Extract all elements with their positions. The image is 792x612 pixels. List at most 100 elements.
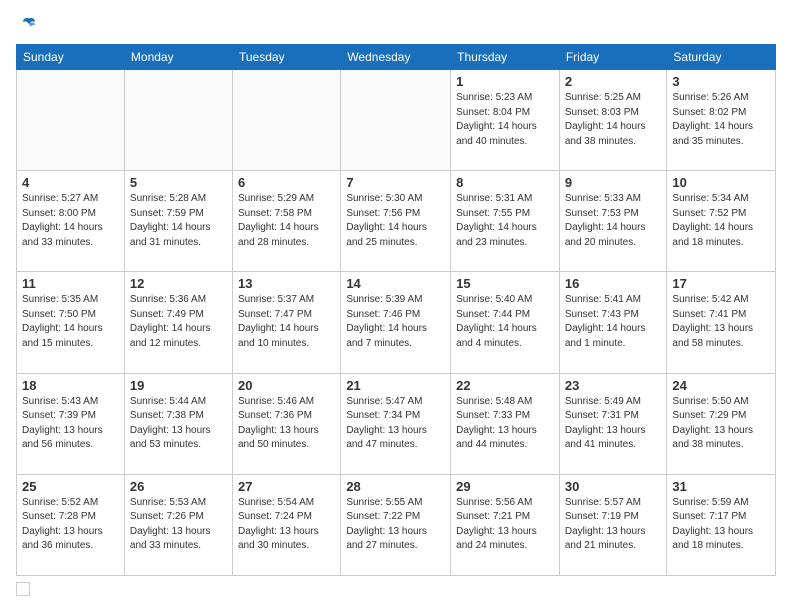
day-number: 31 bbox=[672, 479, 770, 494]
calendar-header-thursday: Thursday bbox=[451, 45, 560, 70]
day-info: Sunrise: 5:49 AM Sunset: 7:31 PM Dayligh… bbox=[565, 395, 662, 453]
day-number: 17 bbox=[672, 276, 770, 291]
calendar-cell: 3 Sunrise: 5:26 AM Sunset: 8:02 PM Daylig… bbox=[667, 70, 776, 171]
calendar-table: SundayMondayTuesdayWednesdayThursdayFrid… bbox=[16, 44, 776, 576]
calendar-cell: 5 Sunrise: 5:28 AM Sunset: 7:59 PM Daylig… bbox=[124, 171, 232, 272]
day-number: 8 bbox=[456, 175, 554, 190]
day-number: 15 bbox=[456, 276, 554, 291]
day-info: Sunrise: 5:28 AM Sunset: 7:59 PM Dayligh… bbox=[130, 192, 227, 250]
calendar-header-friday: Friday bbox=[559, 45, 667, 70]
day-number: 23 bbox=[565, 378, 662, 393]
day-info: Sunrise: 5:43 AM Sunset: 7:39 PM Dayligh… bbox=[22, 395, 119, 453]
calendar-cell: 18Sunrise: 5:43 AM Sunset: 7:39 PM Dayli… bbox=[17, 373, 125, 474]
calendar-cell: 29Sunrise: 5:56 AM Sunset: 7:21 PM Dayli… bbox=[451, 474, 560, 575]
footer bbox=[16, 582, 776, 596]
day-info: Sunrise: 5:33 AM Sunset: 7:53 PM Dayligh… bbox=[565, 192, 662, 250]
day-number: 3 bbox=[672, 74, 770, 89]
day-number: 2 bbox=[565, 74, 662, 89]
calendar-cell: 21 Sunrise: 5:47 AM Sunset: 7:34 PM Dayli… bbox=[341, 373, 451, 474]
calendar-cell bbox=[17, 70, 125, 171]
calendar-cell: 15 Sunrise: 5:40 AM Sunset: 7:44 PM Dayli… bbox=[451, 272, 560, 373]
calendar-cell: 7Sunrise: 5:30 AM Sunset: 7:56 PM Daylig… bbox=[341, 171, 451, 272]
calendar-header-sunday: Sunday bbox=[17, 45, 125, 70]
calendar-cell: 22 Sunrise: 5:48 AM Sunset: 7:33 PM Dayli… bbox=[451, 373, 560, 474]
calendar-cell: 23 Sunrise: 5:49 AM Sunset: 7:31 PM Dayli… bbox=[559, 373, 667, 474]
calendar-header-saturday: Saturday bbox=[667, 45, 776, 70]
calendar-cell: 2 Sunrise: 5:25 AM Sunset: 8:03 PM Daylig… bbox=[559, 70, 667, 171]
day-info: Sunrise: 5:54 AM Sunset: 7:24 PM Dayligh… bbox=[238, 496, 335, 554]
day-number: 19 bbox=[130, 378, 227, 393]
calendar-cell bbox=[232, 70, 340, 171]
day-info: Sunrise: 5:41 AM Sunset: 7:43 PM Dayligh… bbox=[565, 293, 662, 351]
day-info: Sunrise: 5:26 AM Sunset: 8:02 PM Dayligh… bbox=[672, 91, 770, 149]
day-number: 5 bbox=[130, 175, 227, 190]
calendar-cell: 31Sunrise: 5:59 AM Sunset: 7:17 PM Dayli… bbox=[667, 474, 776, 575]
day-info: Sunrise: 5:36 AM Sunset: 7:49 PM Dayligh… bbox=[130, 293, 227, 351]
page: SundayMondayTuesdayWednesdayThursdayFrid… bbox=[0, 0, 792, 612]
day-number: 30 bbox=[565, 479, 662, 494]
day-info: Sunrise: 5:23 AM Sunset: 8:04 PM Dayligh… bbox=[456, 91, 554, 149]
calendar-cell bbox=[124, 70, 232, 171]
calendar-cell: 6 Sunrise: 5:29 AM Sunset: 7:58 PM Daylig… bbox=[232, 171, 340, 272]
calendar-cell: 17 Sunrise: 5:42 AM Sunset: 7:41 PM Dayli… bbox=[667, 272, 776, 373]
day-info: Sunrise: 5:42 AM Sunset: 7:41 PM Dayligh… bbox=[672, 293, 770, 351]
day-number: 13 bbox=[238, 276, 335, 291]
day-info: Sunrise: 5:25 AM Sunset: 8:03 PM Dayligh… bbox=[565, 91, 662, 149]
calendar-cell: 4Sunrise: 5:27 AM Sunset: 8:00 PM Daylig… bbox=[17, 171, 125, 272]
day-number: 24 bbox=[672, 378, 770, 393]
day-info: Sunrise: 5:47 AM Sunset: 7:34 PM Dayligh… bbox=[346, 395, 445, 453]
calendar-header-tuesday: Tuesday bbox=[232, 45, 340, 70]
day-info: Sunrise: 5:44 AM Sunset: 7:38 PM Dayligh… bbox=[130, 395, 227, 453]
day-number: 22 bbox=[456, 378, 554, 393]
day-info: Sunrise: 5:40 AM Sunset: 7:44 PM Dayligh… bbox=[456, 293, 554, 351]
day-info: Sunrise: 5:35 AM Sunset: 7:50 PM Dayligh… bbox=[22, 293, 119, 351]
calendar-header-row: SundayMondayTuesdayWednesdayThursdayFrid… bbox=[17, 45, 776, 70]
calendar-cell: 8Sunrise: 5:31 AM Sunset: 7:55 PM Daylig… bbox=[451, 171, 560, 272]
day-info: Sunrise: 5:37 AM Sunset: 7:47 PM Dayligh… bbox=[238, 293, 335, 351]
day-number: 20 bbox=[238, 378, 335, 393]
day-info: Sunrise: 5:57 AM Sunset: 7:19 PM Dayligh… bbox=[565, 496, 662, 554]
calendar-cell: 10 Sunrise: 5:34 AM Sunset: 7:52 PM Dayli… bbox=[667, 171, 776, 272]
day-number: 1 bbox=[456, 74, 554, 89]
calendar-week-row: 25 Sunrise: 5:52 AM Sunset: 7:28 PM Dayli… bbox=[17, 474, 776, 575]
calendar-cell: 9 Sunrise: 5:33 AM Sunset: 7:53 PM Daylig… bbox=[559, 171, 667, 272]
calendar-cell: 16Sunrise: 5:41 AM Sunset: 7:43 PM Dayli… bbox=[559, 272, 667, 373]
calendar-cell: 13 Sunrise: 5:37 AM Sunset: 7:47 PM Dayli… bbox=[232, 272, 340, 373]
logo bbox=[16, 16, 40, 34]
calendar-cell: 1 Sunrise: 5:23 AM Sunset: 8:04 PM Daylig… bbox=[451, 70, 560, 171]
day-number: 9 bbox=[565, 175, 662, 190]
day-number: 12 bbox=[130, 276, 227, 291]
calendar-header-monday: Monday bbox=[124, 45, 232, 70]
calendar-cell: 25 Sunrise: 5:52 AM Sunset: 7:28 PM Dayli… bbox=[17, 474, 125, 575]
day-number: 6 bbox=[238, 175, 335, 190]
day-info: Sunrise: 5:46 AM Sunset: 7:36 PM Dayligh… bbox=[238, 395, 335, 453]
calendar-cell bbox=[341, 70, 451, 171]
logo-bird-icon bbox=[20, 16, 38, 34]
calendar-cell: 11 Sunrise: 5:35 AM Sunset: 7:50 PM Dayli… bbox=[17, 272, 125, 373]
calendar-cell: 27 Sunrise: 5:54 AM Sunset: 7:24 PM Dayli… bbox=[232, 474, 340, 575]
day-info: Sunrise: 5:55 AM Sunset: 7:22 PM Dayligh… bbox=[346, 496, 445, 554]
day-info: Sunrise: 5:53 AM Sunset: 7:26 PM Dayligh… bbox=[130, 496, 227, 554]
calendar-cell: 12 Sunrise: 5:36 AM Sunset: 7:49 PM Dayli… bbox=[124, 272, 232, 373]
daylight-box bbox=[16, 582, 30, 596]
day-info: Sunrise: 5:48 AM Sunset: 7:33 PM Dayligh… bbox=[456, 395, 554, 453]
calendar-header-wednesday: Wednesday bbox=[341, 45, 451, 70]
day-number: 4 bbox=[22, 175, 119, 190]
calendar-cell: 24Sunrise: 5:50 AM Sunset: 7:29 PM Dayli… bbox=[667, 373, 776, 474]
day-number: 27 bbox=[238, 479, 335, 494]
calendar-cell: 30 Sunrise: 5:57 AM Sunset: 7:19 PM Dayli… bbox=[559, 474, 667, 575]
calendar-cell: 20 Sunrise: 5:46 AM Sunset: 7:36 PM Dayli… bbox=[232, 373, 340, 474]
calendar-body: 1 Sunrise: 5:23 AM Sunset: 8:04 PM Daylig… bbox=[17, 70, 776, 576]
day-number: 10 bbox=[672, 175, 770, 190]
day-info: Sunrise: 5:52 AM Sunset: 7:28 PM Dayligh… bbox=[22, 496, 119, 554]
day-number: 21 bbox=[346, 378, 445, 393]
day-number: 26 bbox=[130, 479, 227, 494]
day-number: 29 bbox=[456, 479, 554, 494]
day-number: 14 bbox=[346, 276, 445, 291]
calendar-week-row: 4Sunrise: 5:27 AM Sunset: 8:00 PM Daylig… bbox=[17, 171, 776, 272]
day-info: Sunrise: 5:29 AM Sunset: 7:58 PM Dayligh… bbox=[238, 192, 335, 250]
day-info: Sunrise: 5:30 AM Sunset: 7:56 PM Dayligh… bbox=[346, 192, 445, 250]
day-number: 11 bbox=[22, 276, 119, 291]
day-number: 25 bbox=[22, 479, 119, 494]
day-info: Sunrise: 5:34 AM Sunset: 7:52 PM Dayligh… bbox=[672, 192, 770, 250]
